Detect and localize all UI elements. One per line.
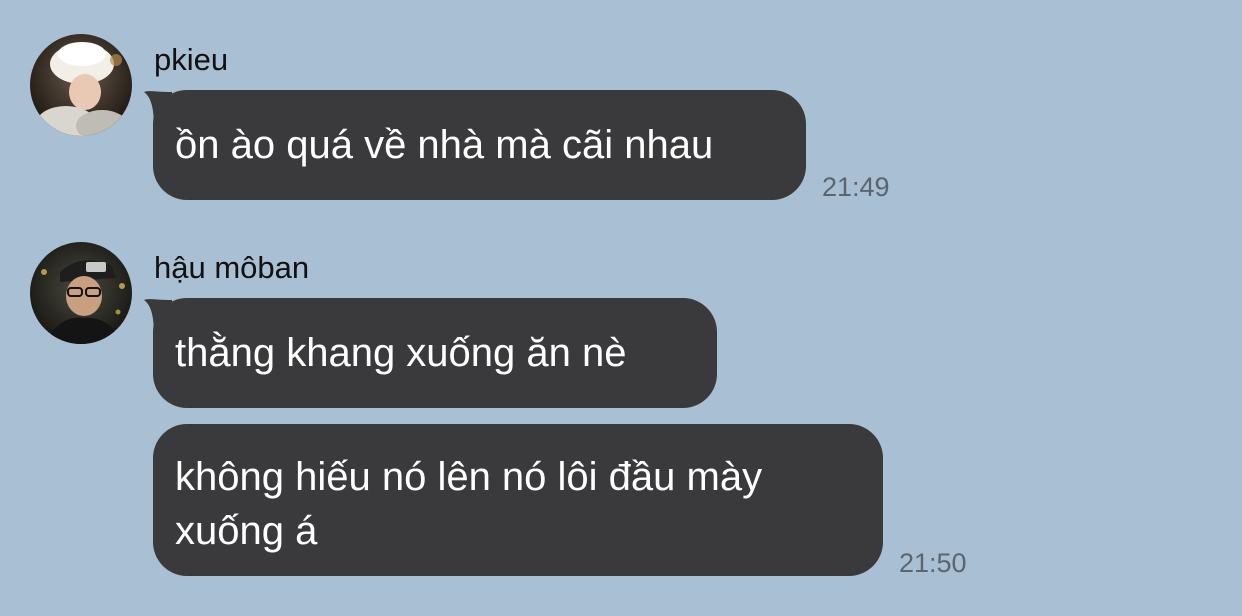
message-time: 21:50 <box>899 548 967 578</box>
message-text: thằng khang xuống ăn nè <box>175 331 627 375</box>
message-text-line: không hiếu nó lên nó lôi đầu mày <box>175 455 763 499</box>
sender-name: hậu môban <box>154 250 310 285</box>
avatar[interactable] <box>30 34 132 136</box>
message-time: 21:49 <box>822 172 890 202</box>
message-text: ồn ào quá về nhà mà cãi nhau <box>175 123 714 167</box>
message-bubble[interactable]: không hiếu nó lên nó lôi đầu mày xuống á <box>153 424 883 576</box>
chat-thread: pkieu ồn ào quá về nhà mà cãi nhau 21:49 <box>0 0 1242 616</box>
sender-name: pkieu <box>154 42 229 77</box>
avatar[interactable] <box>30 242 132 344</box>
message-text-line: xuống á <box>175 509 318 553</box>
message-bubble[interactable]: thằng khang xuống ăn nè <box>153 298 717 408</box>
message-bubble[interactable]: ồn ào quá về nhà mà cãi nhau <box>153 90 806 200</box>
